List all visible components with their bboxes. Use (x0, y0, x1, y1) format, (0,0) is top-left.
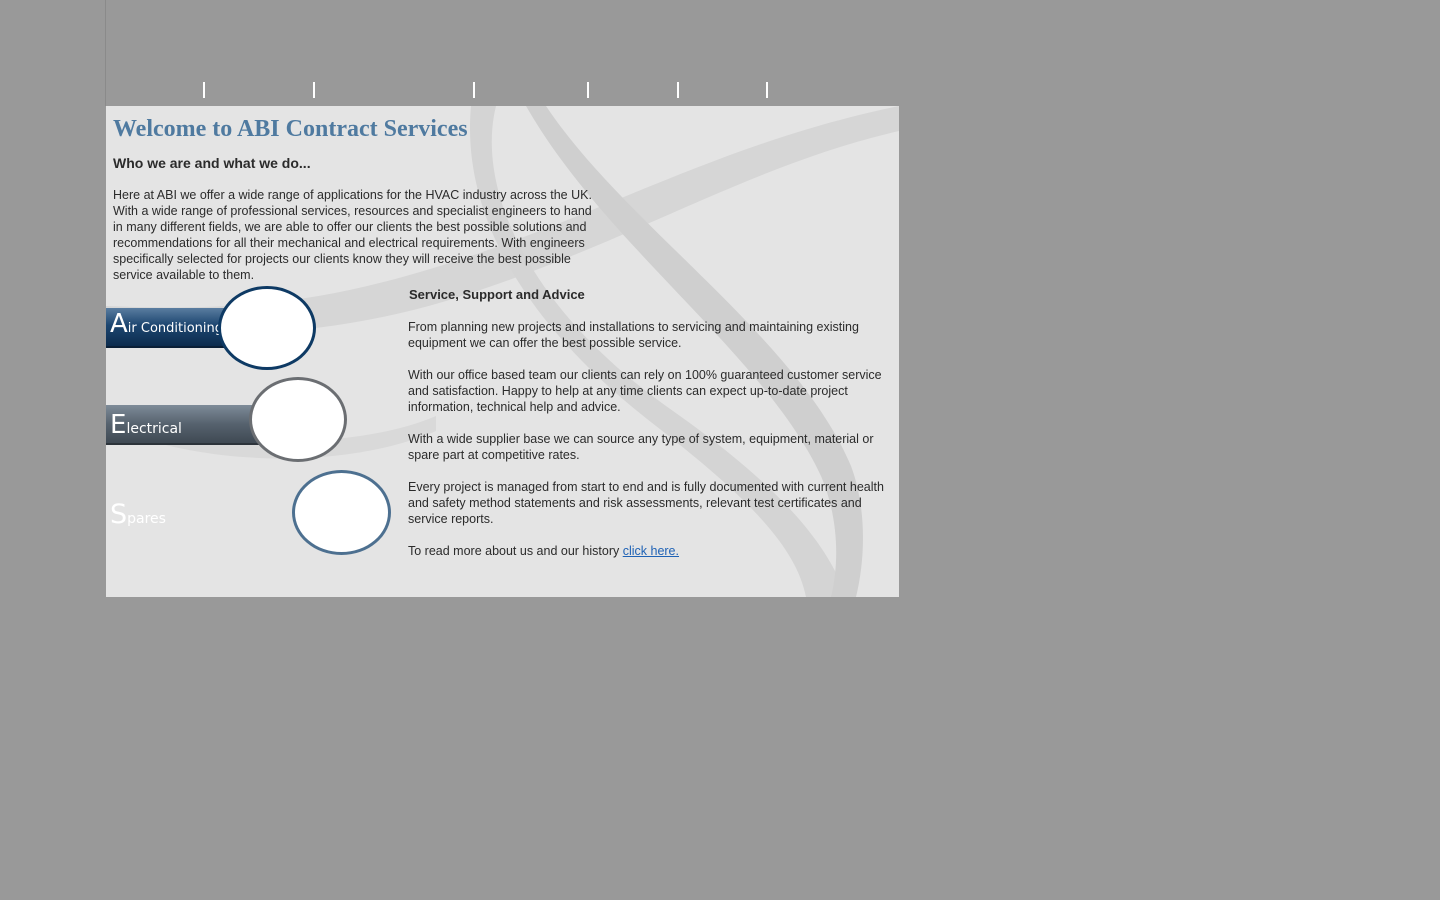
support-paragraph: From planning new projects and installat… (408, 320, 859, 350)
page-left-border (105, 0, 106, 106)
history-link[interactable]: click here. (623, 544, 679, 558)
electrical-image-circle[interactable] (249, 377, 347, 462)
nav-separator (203, 82, 205, 98)
spares-label[interactable]: Spares (110, 501, 166, 528)
nav-separator (677, 82, 679, 98)
page-subheading: Who we are and what we do... (113, 155, 311, 171)
support-paragraph: With our office based team our clients c… (408, 368, 882, 414)
nav-separator (766, 82, 768, 98)
support-paragraph: Every project is managed from start to e… (408, 480, 884, 526)
air-conditioning-label[interactable]: Air Conditioning (110, 311, 223, 337)
page-title: Welcome to ABI Contract Services (113, 116, 468, 142)
air-conditioning-image-circle[interactable] (218, 286, 316, 370)
intro-paragraph: Here at ABI we offer a wide range of app… (113, 188, 592, 282)
read-more-paragraph: To read more about us and our history cl… (408, 544, 679, 558)
nav-separator (587, 82, 589, 98)
nav-separator (313, 82, 315, 98)
electrical-label[interactable]: Electrical (110, 412, 182, 438)
content-panel: Welcome to ABI Contract Services Who we … (106, 106, 899, 597)
nav-separator (473, 82, 475, 98)
support-paragraph: With a wide supplier base we can source … (408, 432, 874, 462)
support-section-title: Service, Support and Advice (409, 287, 585, 302)
spares-image-circle[interactable] (292, 470, 391, 555)
